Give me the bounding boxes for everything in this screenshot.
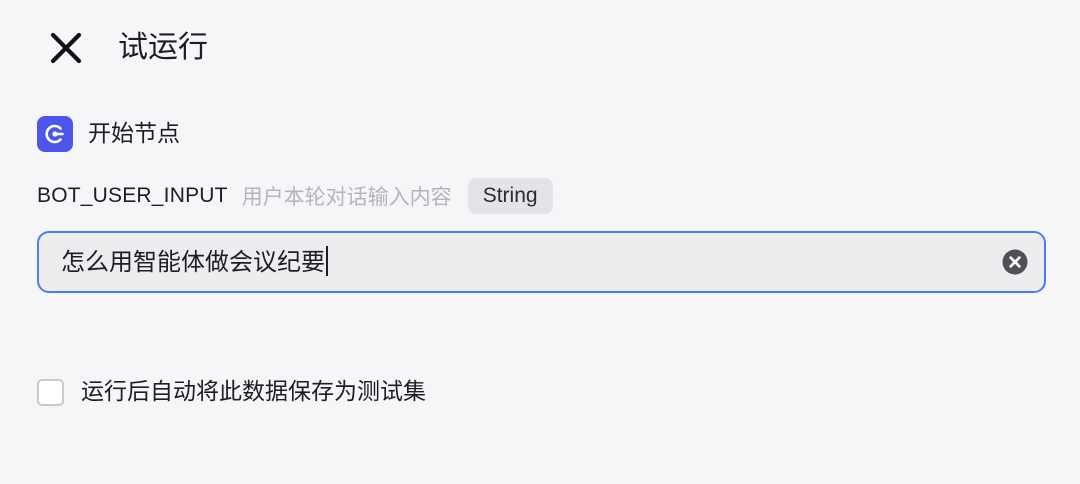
save-testset-checkbox[interactable] (37, 378, 64, 406)
clear-button[interactable] (1002, 249, 1028, 275)
start-node-icon (37, 116, 73, 152)
start-node-header: 开始节点 (37, 116, 180, 152)
text-caret (326, 246, 328, 276)
clear-icon[interactable] (1002, 249, 1028, 275)
close-icon[interactable] (46, 28, 86, 68)
user-input-value[interactable]: 怎么用智能体做会议纪要 (61, 248, 325, 276)
param-description: 用户本轮对话输入内容 (241, 185, 452, 209)
save-testset-label[interactable]: 运行后自动将此数据保存为测试集 (81, 376, 426, 408)
param-row: BOT_USER_INPUT 用户本轮对话输入内容 String (37, 178, 553, 214)
header: 试运行 (0, 0, 1080, 100)
type-badge: String (467, 178, 553, 214)
param-name: BOT_USER_INPUT (37, 184, 228, 207)
close-button[interactable] (46, 28, 86, 68)
user-input-value-wrap[interactable]: 怎么用智能体做会议纪要 (61, 233, 328, 291)
start-node-label: 开始节点 (88, 121, 180, 147)
save-as-testset-option[interactable]: 运行后自动将此数据保存为测试集 (37, 376, 426, 408)
page-title: 试运行 (118, 30, 208, 65)
user-input-field[interactable]: 怎么用智能体做会议纪要 (37, 231, 1046, 293)
